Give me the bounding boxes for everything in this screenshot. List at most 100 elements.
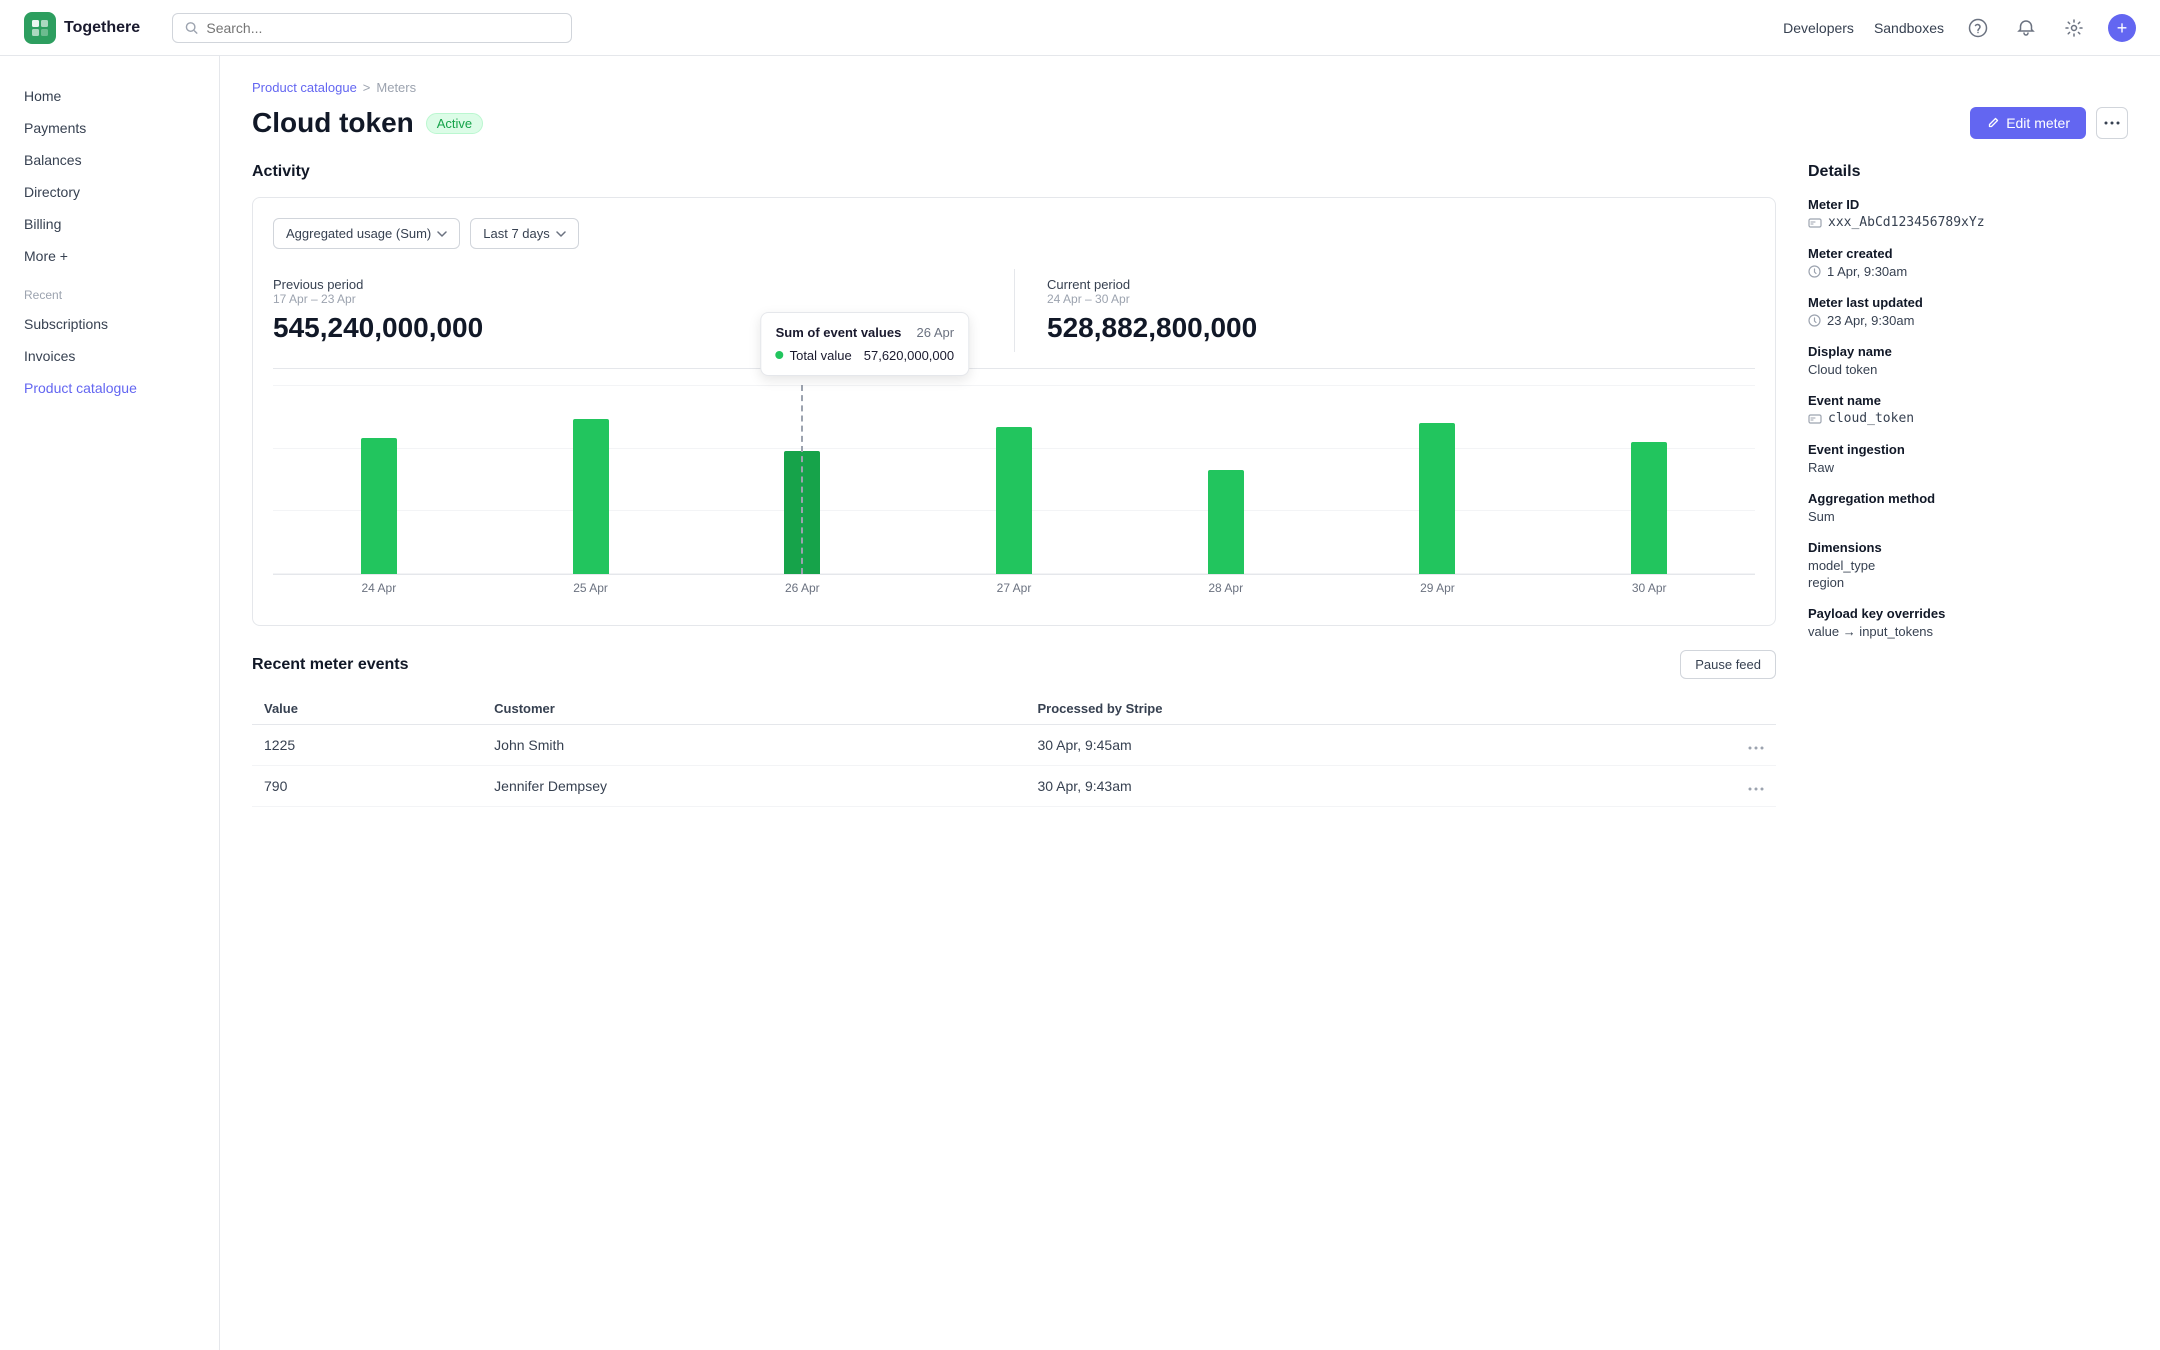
help-icon[interactable] <box>1964 14 1992 42</box>
breadcrumb-parent[interactable]: Product catalogue <box>252 80 357 95</box>
meter-id-label: Meter ID <box>1808 197 2128 212</box>
payload-overrides-value: value → input_tokens <box>1808 624 2128 639</box>
table-row[interactable]: 790 Jennifer Dempsey 30 Apr, 9:43am <box>252 766 1776 807</box>
current-period-stat: Current period 24 Apr – 30 Apr 528,882,8… <box>1014 269 1755 352</box>
sidebar-item-balances[interactable]: Balances <box>0 144 219 176</box>
filter-row: Aggregated usage (Sum) Last 7 days <box>273 218 1755 249</box>
top-navigation: Togethere Developers Sandboxes <box>0 0 2160 56</box>
chart-bar-group[interactable] <box>1332 385 1544 574</box>
detail-event-name: Event name cloud_token <box>1808 393 2128 426</box>
chart-bar-group[interactable] <box>1543 385 1755 574</box>
row-actions[interactable] <box>1617 766 1776 807</box>
sidebar-item-more[interactable]: More + <box>0 240 219 272</box>
chart-bar-group[interactable] <box>485 385 697 574</box>
add-button[interactable]: + <box>2108 14 2136 42</box>
content-grid: Activity Aggregated usage (Sum) <box>252 163 2128 807</box>
cell-processed: 30 Apr, 9:43am <box>1025 766 1617 807</box>
detail-meter-created: Meter created 1 Apr, 9:30am <box>1808 246 2128 279</box>
sidebar-item-home[interactable]: Home <box>0 80 219 112</box>
sidebar-item-invoices[interactable]: Invoices <box>0 340 219 372</box>
chart-bars: Sum of event values 26 Apr Total value 5… <box>273 385 1755 574</box>
sidebar-item-label: Home <box>24 88 61 104</box>
ellipsis-icon <box>2104 121 2120 125</box>
tooltip-date: 26 Apr <box>917 325 955 340</box>
period-filter-label: Last 7 days <box>483 226 550 241</box>
event-name-label: Event name <box>1808 393 2128 408</box>
main-content: Product catalogue > Meters Cloud token A… <box>220 56 2160 1350</box>
meter-updated-label: Meter last updated <box>1808 295 2128 310</box>
display-name-label: Display name <box>1808 344 2128 359</box>
tooltip-row: Total value 57,620,000,000 <box>776 348 955 363</box>
tooltip-label: Total value <box>790 348 852 363</box>
chart-container: Sum of event values 26 Apr Total value 5… <box>273 385 1755 605</box>
sidebar-item-label: Payments <box>24 120 86 136</box>
detail-meter-id: Meter ID xxx_AbCd123456789xYz <box>1808 197 2128 230</box>
aggregation-method-value: Sum <box>1808 509 2128 524</box>
dimensions-values: model_typeregion <box>1808 558 2128 590</box>
events-title: Recent meter events <box>252 656 409 674</box>
chart-bar-group[interactable] <box>908 385 1120 574</box>
prev-period-range: 17 Apr – 23 Apr <box>273 292 998 306</box>
meter-created-label: Meter created <box>1808 246 2128 261</box>
id-icon <box>1808 218 1822 228</box>
chart-label: 28 Apr <box>1120 575 1332 595</box>
page-title-row: Cloud token Active <box>252 107 483 139</box>
breadcrumb: Product catalogue > Meters <box>252 80 2128 95</box>
aggregation-filter-label: Aggregated usage (Sum) <box>286 226 431 241</box>
activity-section: Activity Aggregated usage (Sum) <box>252 163 1776 626</box>
sandboxes-link[interactable]: Sandboxes <box>1874 20 1944 36</box>
edit-meter-button[interactable]: Edit meter <box>1970 107 2086 139</box>
settings-icon[interactable] <box>2060 14 2088 42</box>
cell-customer: Jennifer Dempsey <box>482 766 1025 807</box>
sidebar-item-label: Directory <box>24 184 80 200</box>
sidebar-item-subscriptions[interactable]: Subscriptions <box>0 308 219 340</box>
cell-value: 1225 <box>252 725 482 766</box>
developers-link[interactable]: Developers <box>1783 20 1854 36</box>
search-input[interactable] <box>206 20 559 36</box>
sidebar-item-billing[interactable]: Billing <box>0 208 219 240</box>
event-name-value: cloud_token <box>1808 411 2128 426</box>
tooltip-header: Sum of event values 26 Apr <box>776 325 955 340</box>
curr-period-range: 24 Apr – 30 Apr <box>1047 292 1739 306</box>
tooltip-dot <box>776 351 784 359</box>
chart-bar <box>361 438 397 574</box>
logo-area[interactable]: Togethere <box>24 12 140 44</box>
payload-overrides-label: Payload key overrides <box>1808 606 2128 621</box>
event-ingestion-label: Event ingestion <box>1808 442 2128 457</box>
sidebar-item-label: Product catalogue <box>24 380 137 396</box>
prev-period-label: Previous period <box>273 277 998 292</box>
aggregation-filter[interactable]: Aggregated usage (Sum) <box>273 218 460 249</box>
sidebar-item-label: Balances <box>24 152 82 168</box>
sidebar-item-payments[interactable]: Payments <box>0 112 219 144</box>
notifications-icon[interactable] <box>2012 14 2040 42</box>
search-bar[interactable] <box>172 13 572 43</box>
meter-id-value: xxx_AbCd123456789xYz <box>1808 215 2128 230</box>
chart-bar-group[interactable] <box>273 385 485 574</box>
row-actions[interactable] <box>1617 725 1776 766</box>
left-column: Activity Aggregated usage (Sum) <box>252 163 1776 807</box>
col-processed: Processed by Stripe <box>1025 693 1617 725</box>
app-name: Togethere <box>64 19 140 37</box>
sidebar: Home Payments Balances Directory Billing… <box>0 56 220 1350</box>
sidebar-item-directory[interactable]: Directory <box>0 176 219 208</box>
nav-right: Developers Sandboxes + <box>1783 14 2136 42</box>
curr-period-value: 528,882,800,000 <box>1047 312 1739 344</box>
breadcrumb-separator: > <box>363 80 371 95</box>
chart-bar-group[interactable]: Sum of event values 26 Apr Total value 5… <box>696 385 908 574</box>
chart-bar-group[interactable] <box>1120 385 1332 574</box>
tooltip-row-label: Total value <box>776 348 852 363</box>
chart-label: 24 Apr <box>273 575 485 595</box>
detail-dimensions: Dimensions model_typeregion <box>1808 540 2128 590</box>
more-options-button[interactable] <box>2096 107 2128 139</box>
recent-section-label: Recent <box>0 272 219 308</box>
pause-feed-button[interactable]: Pause feed <box>1680 650 1776 679</box>
dimensions-label: Dimensions <box>1808 540 2128 555</box>
page-header: Cloud token Active Edit meter <box>252 107 2128 139</box>
chevron-down-icon <box>437 231 447 237</box>
period-filter[interactable]: Last 7 days <box>470 218 579 249</box>
table-row[interactable]: 1225 John Smith 30 Apr, 9:45am <box>252 725 1776 766</box>
logo-icon <box>24 12 56 44</box>
row-ellipsis-icon <box>1748 787 1764 791</box>
sidebar-item-product-catalogue[interactable]: Product catalogue <box>0 372 219 404</box>
chart-bar <box>784 451 820 574</box>
